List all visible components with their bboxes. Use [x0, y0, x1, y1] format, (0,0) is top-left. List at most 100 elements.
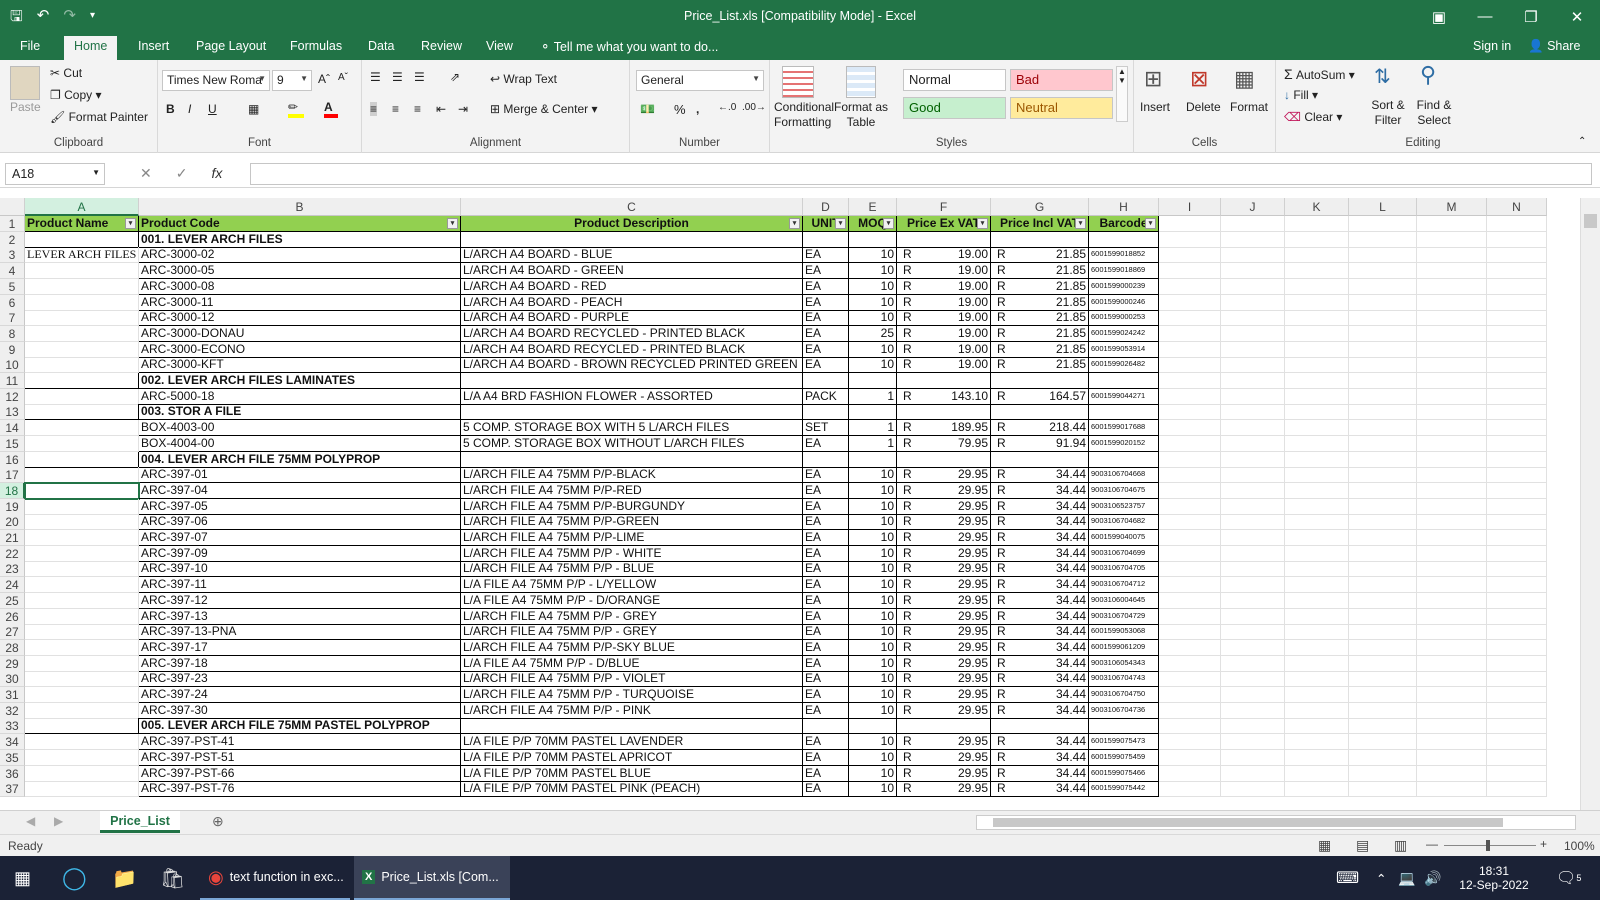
- zoom-out-button[interactable]: —: [1426, 837, 1438, 851]
- cell[interactable]: [1285, 341, 1349, 358]
- cell[interactable]: [1159, 247, 1221, 264]
- product-description-cell[interactable]: L/ARCH FILE A4 75MM P/P - WHITE: [461, 545, 803, 562]
- volume-icon[interactable]: 🔊: [1424, 856, 1441, 900]
- cell[interactable]: [1487, 263, 1547, 280]
- product-name-cell[interactable]: [25, 498, 139, 515]
- cell[interactable]: [1349, 294, 1417, 311]
- cell[interactable]: [1221, 404, 1285, 421]
- unit-cell[interactable]: EA: [803, 341, 849, 358]
- column-header-c[interactable]: C: [461, 198, 803, 216]
- moq-cell[interactable]: 10: [849, 592, 897, 609]
- style-neutral[interactable]: Neutral: [1010, 97, 1113, 119]
- cell[interactable]: [1159, 373, 1221, 389]
- cell[interactable]: [1159, 231, 1221, 248]
- price-incl-vat-cell[interactable]: R 34.44: [991, 734, 1089, 751]
- price-incl-vat-cell[interactable]: R 21.85: [991, 341, 1089, 358]
- product-name-cell[interactable]: [25, 530, 139, 546]
- taskbar-chrome[interactable]: ◉ text function in exc...: [200, 856, 350, 900]
- moq-cell[interactable]: 10: [849, 278, 897, 295]
- sign-in-link[interactable]: Sign in: [1473, 39, 1511, 53]
- price-ex-vat-cell[interactable]: R 29.95: [897, 687, 991, 703]
- cell[interactable]: [1159, 514, 1221, 531]
- fill-button[interactable]: ↓ Fill ▾: [1284, 88, 1318, 102]
- product-code-cell[interactable]: ARC-397-01: [139, 467, 461, 484]
- cell[interactable]: [1487, 278, 1547, 295]
- insert-cells-button[interactable]: Insert: [1140, 100, 1170, 114]
- cell[interactable]: [1159, 592, 1221, 609]
- cell[interactable]: [803, 718, 849, 735]
- cell[interactable]: [1487, 216, 1547, 232]
- row-header[interactable]: 22: [0, 545, 25, 562]
- unit-cell[interactable]: PACK: [803, 388, 849, 405]
- cell[interactable]: [1349, 639, 1417, 656]
- comma-button[interactable]: ,: [696, 102, 699, 116]
- cell[interactable]: [1349, 592, 1417, 609]
- row-header[interactable]: 32: [0, 702, 25, 719]
- unit-cell[interactable]: EA: [803, 357, 849, 374]
- bold-button[interactable]: B: [166, 102, 175, 116]
- cell[interactable]: [1285, 373, 1349, 389]
- cell[interactable]: [1285, 702, 1349, 719]
- cell[interactable]: [1159, 671, 1221, 688]
- price-incl-vat-cell[interactable]: R 34.44: [991, 592, 1089, 609]
- unit-cell[interactable]: EA: [803, 435, 849, 452]
- cell[interactable]: [1349, 498, 1417, 515]
- section-title-cell[interactable]: 002. LEVER ARCH FILES LAMINATES: [139, 373, 461, 389]
- unit-cell[interactable]: EA: [803, 278, 849, 295]
- cell[interactable]: [1417, 561, 1487, 578]
- cell[interactable]: [1349, 341, 1417, 358]
- cell[interactable]: [1487, 624, 1547, 641]
- cell[interactable]: [1159, 451, 1221, 468]
- fill-color-icon[interactable]: ✏: [288, 100, 304, 118]
- file-explorer-icon[interactable]: 📁: [112, 856, 137, 900]
- barcode-cell[interactable]: 9003106704750: [1089, 687, 1159, 703]
- cell[interactable]: [1417, 530, 1487, 546]
- fx-icon[interactable]: fx: [211, 165, 222, 182]
- spreadsheet-grid[interactable]: A B C D E F G H I J K L M N 1 Product Name ▾ Product Code…: [0, 198, 1580, 810]
- cell[interactable]: [1159, 734, 1221, 751]
- cell[interactable]: [1417, 718, 1487, 735]
- product-name-cell[interactable]: [25, 294, 139, 311]
- cell[interactable]: [1221, 310, 1285, 327]
- price-incl-vat-cell[interactable]: R 34.44: [991, 781, 1089, 798]
- product-description-cell[interactable]: L/ARCH FILE A4 75MM P/P - GREY: [461, 608, 803, 625]
- barcode-cell[interactable]: 9003106704682: [1089, 514, 1159, 531]
- product-code-cell[interactable]: ARC-3000-12: [139, 310, 461, 327]
- tab-formulas[interactable]: Formulas: [290, 39, 342, 53]
- cell[interactable]: [1487, 435, 1547, 452]
- price-incl-vat-cell[interactable]: R 21.85: [991, 357, 1089, 374]
- product-code-cell[interactable]: ARC-397-30: [139, 702, 461, 719]
- cell[interactable]: [1285, 749, 1349, 766]
- cell[interactable]: [1349, 718, 1417, 735]
- cell[interactable]: [897, 231, 991, 248]
- cell[interactable]: [1221, 655, 1285, 672]
- cell[interactable]: [1285, 310, 1349, 327]
- conditional-formatting-icon[interactable]: [782, 66, 814, 98]
- price-incl-vat-cell[interactable]: R 91.94: [991, 435, 1089, 452]
- unit-cell[interactable]: EA: [803, 781, 849, 798]
- cell[interactable]: [1349, 404, 1417, 421]
- cell[interactable]: [1221, 734, 1285, 751]
- product-name-cell[interactable]: [25, 655, 139, 672]
- product-description-cell[interactable]: L/A FILE A4 75MM P/P - D/ORANGE: [461, 592, 803, 609]
- cell[interactable]: [1417, 341, 1487, 358]
- autosum-button[interactable]: Σ AutoSum ▾: [1284, 66, 1355, 82]
- cell[interactable]: [1487, 373, 1547, 389]
- cell[interactable]: [1487, 231, 1547, 248]
- column-header-j[interactable]: J: [1221, 198, 1285, 216]
- merge-center-button[interactable]: ⊞ Merge & Center ▾: [490, 102, 597, 116]
- cell[interactable]: [803, 373, 849, 389]
- style-bad[interactable]: Bad: [1010, 69, 1113, 91]
- cell[interactable]: [1417, 388, 1487, 405]
- unit-cell[interactable]: EA: [803, 671, 849, 688]
- cell[interactable]: [1221, 561, 1285, 578]
- cell[interactable]: [897, 373, 991, 389]
- product-description-cell[interactable]: L/A FILE P/P 70MM PASTEL LAVENDER: [461, 734, 803, 751]
- cell[interactable]: [1221, 687, 1285, 703]
- cell[interactable]: [1221, 671, 1285, 688]
- product-description-cell[interactable]: L/A FILE A4 75MM P/P - L/YELLOW: [461, 577, 803, 594]
- price-ex-vat-cell[interactable]: R 143.10: [897, 388, 991, 405]
- cell[interactable]: [1285, 687, 1349, 703]
- moq-cell[interactable]: 1: [849, 435, 897, 452]
- cell[interactable]: [1159, 263, 1221, 280]
